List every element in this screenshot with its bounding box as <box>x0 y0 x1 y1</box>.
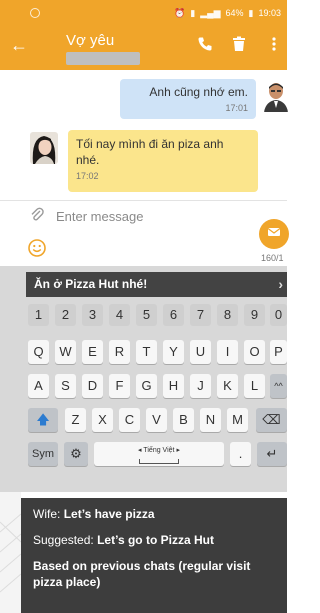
alarm-icon: ⏰ <box>174 7 186 18</box>
annotation-wife-text: Let’s have pizza <box>63 507 155 521</box>
received-message-text: Tối nay mình đi ăn piza anh nhé. <box>76 137 224 167</box>
received-message-bubble[interactable]: Tối nay mình đi ăn piza anh nhé. 17:02 <box>68 130 258 192</box>
status-time: 19:03 <box>258 8 281 18</box>
notification-icon <box>30 8 40 18</box>
annotation-suggested-text: Let’s go to Pizza Hut <box>97 533 214 547</box>
key-8[interactable]: 8 <box>217 304 238 326</box>
vibrate-icon: ▮ <box>190 7 196 18</box>
received-message-time: 17:02 <box>76 171 99 181</box>
phone-icon[interactable] <box>197 36 215 58</box>
enter-key[interactable]: ↵ <box>257 442 287 466</box>
decorative-strip <box>0 492 21 613</box>
key-b[interactable]: B <box>173 408 194 432</box>
enter-icon: ↵ <box>266 446 278 461</box>
key-5[interactable]: 5 <box>136 304 157 326</box>
annotation-wife-row: Wife: Let’s have pizza <box>33 506 275 522</box>
key-w[interactable]: W <box>55 340 76 364</box>
sent-message-text: Anh cũng nhớ em. <box>149 85 248 99</box>
key-d[interactable]: D <box>82 374 103 398</box>
key-a[interactable]: A <box>28 374 49 398</box>
key-m[interactable]: M <box>227 408 248 432</box>
key-1[interactable]: 1 <box>28 304 49 326</box>
send-button[interactable] <box>259 219 289 249</box>
key-k[interactable]: K <box>217 374 238 398</box>
chevron-right-icon[interactable]: › <box>278 272 283 297</box>
suggestion-chip[interactable]: Ăn ở Pizza Hut nhé! › <box>26 272 287 297</box>
key-q[interactable]: Q <box>28 340 49 364</box>
key-6[interactable]: 6 <box>163 304 184 326</box>
key-i[interactable]: I <box>217 340 238 364</box>
battery-icon: ▮ <box>248 7 254 18</box>
key-r[interactable]: R <box>109 340 130 364</box>
more-vert-icon[interactable] <box>271 36 289 58</box>
space-bar-icon <box>139 459 179 464</box>
key-s[interactable]: S <box>55 374 76 398</box>
emoji-icon[interactable] <box>28 239 48 259</box>
space-key[interactable]: ◂ Tiếng Việt ▸ <box>94 442 224 466</box>
suggestion-text: Ăn ở Pizza Hut nhé! <box>34 277 148 291</box>
key-l[interactable]: L <box>244 374 265 398</box>
conversation: Anh cũng nhớ em. 17:01 Tối nay mình đi ă… <box>0 70 290 200</box>
key-h[interactable]: H <box>163 374 184 398</box>
redacted-phone-number <box>66 52 140 65</box>
trash-icon[interactable] <box>232 36 250 58</box>
send-icon <box>267 225 281 243</box>
key-f[interactable]: F <box>109 374 130 398</box>
key-e[interactable]: E <box>82 340 103 364</box>
message-input[interactable] <box>56 205 246 227</box>
settings-key[interactable]: ⚙ <box>64 442 88 466</box>
keyboard: Ăn ở Pizza Hut nhé! › 1 2 3 4 5 6 7 8 9 … <box>0 266 287 492</box>
backspace-key[interactable]: ⌫ <box>256 408 287 432</box>
wife-avatar[interactable] <box>30 132 58 164</box>
key-g[interactable]: G <box>136 374 157 398</box>
my-avatar[interactable] <box>262 80 290 112</box>
annotation-wife-label: Wife: <box>33 507 61 521</box>
status-icons: ⏰ ▮ ▂▄▆ 64% ▮ 19:03 <box>174 8 281 19</box>
key-u[interactable]: U <box>190 340 211 364</box>
key-p[interactable]: P <box>270 340 287 364</box>
chevron-right-icon: ▸ <box>174 447 180 454</box>
app-bar: ← Vợ yêu <box>0 26 287 70</box>
tone-key[interactable]: ^^ <box>270 374 287 398</box>
settings-icon: ⚙ <box>70 446 82 461</box>
key-y[interactable]: Y <box>163 340 184 364</box>
paperclip-icon[interactable] <box>30 207 44 228</box>
annotation-suggested-row: Suggested: Let’s go to Pizza Hut <box>33 532 275 548</box>
key-x[interactable]: X <box>92 408 113 432</box>
battery-percent: 64% <box>225 8 244 18</box>
status-bar: ⏰ ▮ ▂▄▆ 64% ▮ 19:03 <box>0 0 287 26</box>
key-9[interactable]: 9 <box>244 304 265 326</box>
key-z[interactable]: Z <box>65 408 86 432</box>
key-c[interactable]: C <box>119 408 140 432</box>
char-counter: 160/1 <box>261 253 284 263</box>
key-t[interactable]: T <box>136 340 157 364</box>
sent-message-time: 17:01 <box>225 103 248 113</box>
key-2[interactable]: 2 <box>55 304 76 326</box>
annotation-suggested-label: Suggested: <box>33 533 94 547</box>
key-o[interactable]: O <box>244 340 265 364</box>
key-3[interactable]: 3 <box>82 304 103 326</box>
compose-area: 160/1 <box>0 200 289 266</box>
back-arrow-icon[interactable]: ← <box>10 34 30 56</box>
shift-arrow-icon: 🡅 <box>36 412 50 427</box>
key-v[interactable]: V <box>146 408 167 432</box>
key-j[interactable]: J <box>190 374 211 398</box>
annotation-reason: Based on previous chats (regular visit p… <box>33 559 251 589</box>
contact-name: Vợ yêu <box>66 32 115 49</box>
period-key[interactable]: . <box>230 442 251 466</box>
key-0[interactable]: 0 <box>270 304 287 326</box>
sym-key[interactable]: Sym <box>28 442 58 466</box>
annotation-panel: Wife: Let’s have pizza Suggested: Let’s … <box>21 498 287 613</box>
key-n[interactable]: N <box>200 408 221 432</box>
signal-icon: ▂▄▆ <box>200 7 221 18</box>
key-7[interactable]: 7 <box>190 304 211 326</box>
shift-key[interactable]: 🡅 <box>28 408 58 432</box>
language-label: Tiếng Việt <box>143 447 175 454</box>
backspace-icon: ⌫ <box>262 412 281 427</box>
annotation-reason-row: Based on previous chats (regular visit p… <box>33 558 275 590</box>
sent-message-bubble[interactable]: Anh cũng nhớ em. 17:01 <box>120 79 256 119</box>
key-4[interactable]: 4 <box>109 304 130 326</box>
